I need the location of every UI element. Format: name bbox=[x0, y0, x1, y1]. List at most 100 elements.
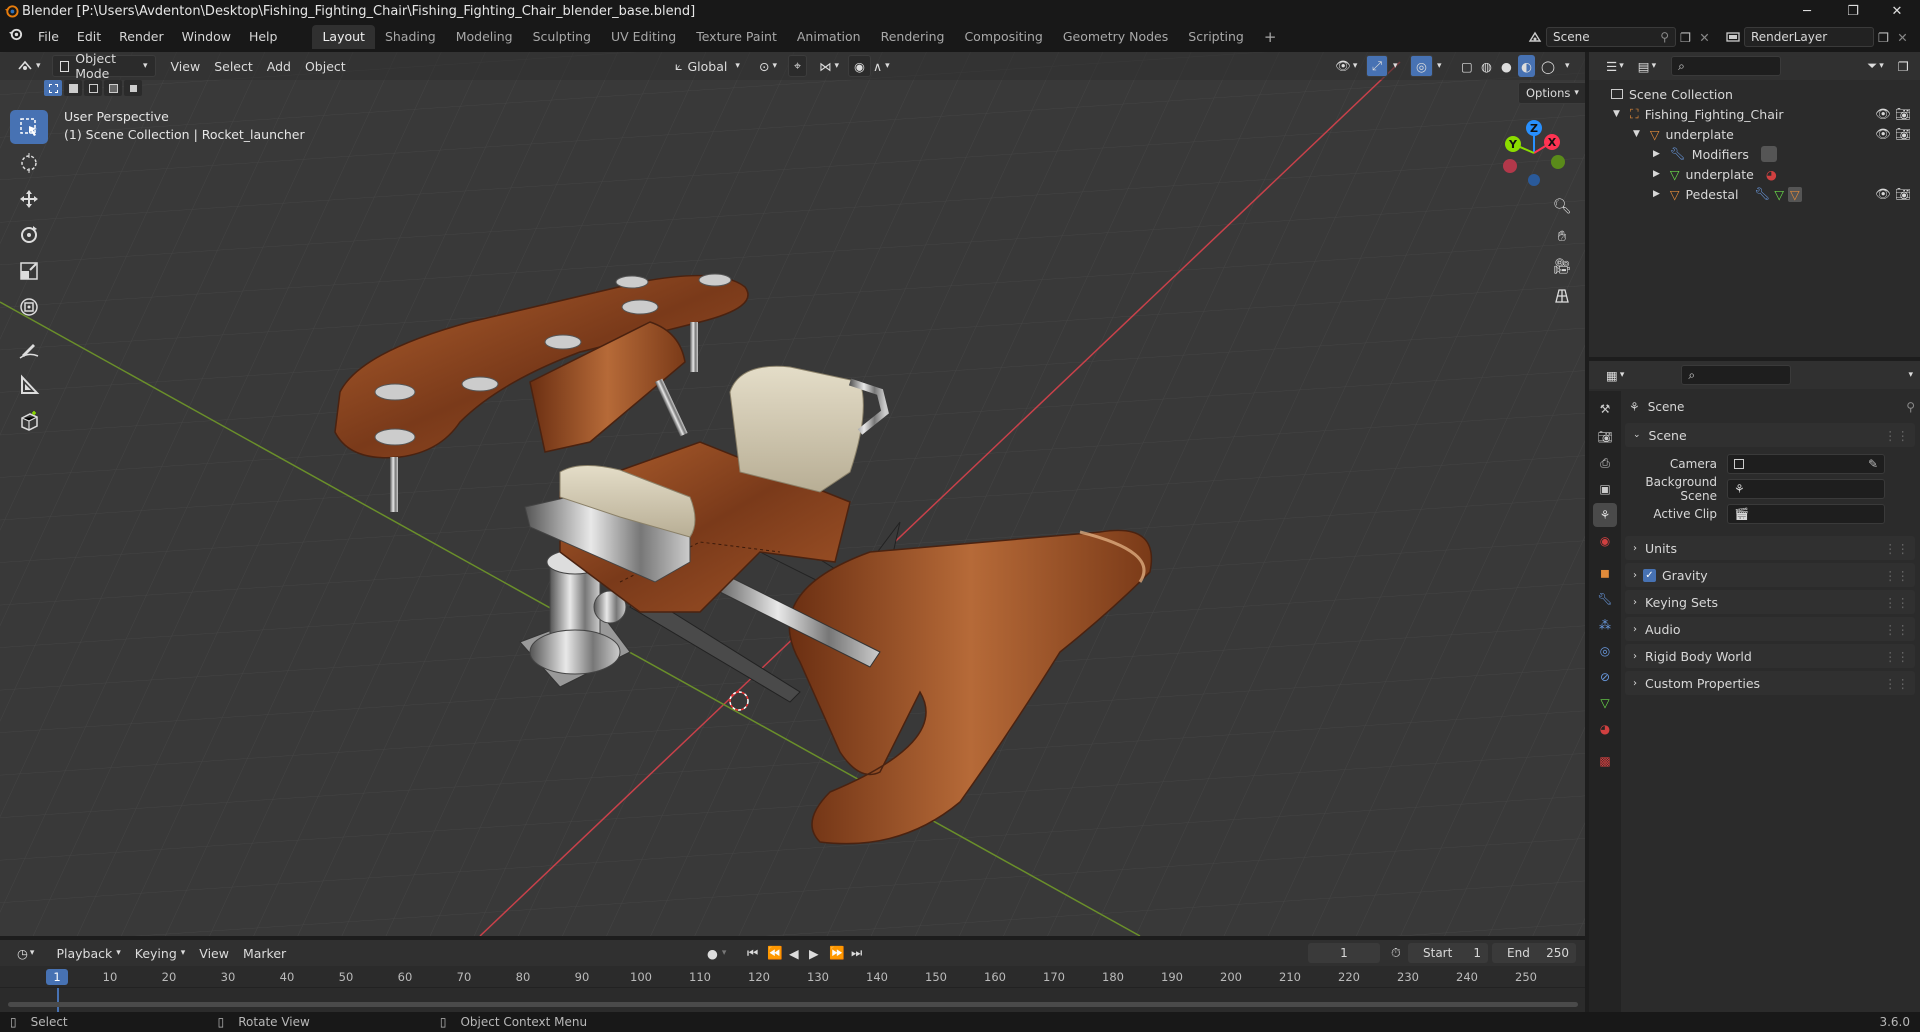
play-icon[interactable]: ▶ bbox=[806, 942, 822, 964]
menu-object[interactable]: Object bbox=[298, 55, 353, 77]
background-scene-field[interactable]: ⚘ bbox=[1727, 479, 1885, 499]
drag-handle-icon[interactable]: ⋮⋮ bbox=[1884, 428, 1909, 443]
physics-tab-icon[interactable]: ◎ bbox=[1593, 639, 1617, 663]
outliner-row-fishing-chair[interactable]: ▼ ⛶ Fishing_Fighting_Chair 👁︎ 📷︎ bbox=[1589, 104, 1920, 124]
tool-scale[interactable] bbox=[10, 254, 48, 288]
solid-shading-icon[interactable]: ● bbox=[1498, 55, 1515, 77]
pin-icon[interactable]: ⚲ bbox=[1906, 400, 1915, 414]
outliner-row-underplate-mesh[interactable]: ▶ ▽ underplate ◕ bbox=[1589, 164, 1920, 184]
expand-arrow-icon[interactable]: ▶ bbox=[1653, 169, 1660, 179]
drag-handle-icon[interactable]: ⋮⋮ bbox=[1884, 649, 1909, 664]
tool-annotate[interactable] bbox=[10, 332, 48, 366]
material-preview-icon[interactable]: ◐ bbox=[1518, 55, 1535, 77]
properties-options-icon[interactable]: ▾ bbox=[1901, 364, 1920, 386]
units-panel[interactable]: › Units ⋮⋮ bbox=[1625, 536, 1915, 560]
new-scene-icon[interactable]: ❐ bbox=[1676, 26, 1695, 48]
expand-arrow-icon[interactable]: ▶ bbox=[1653, 189, 1660, 199]
outliner-search-input[interactable]: ⌕ bbox=[1671, 56, 1782, 76]
render-layer-browse-icon[interactable] bbox=[1722, 26, 1744, 48]
delete-render-layer-icon[interactable]: ✕ bbox=[1893, 26, 1911, 48]
outliner-row-modifiers[interactable]: ▶ 🔧︎ Modifiers bbox=[1589, 144, 1920, 164]
tab-scripting[interactable]: Scripting bbox=[1178, 25, 1254, 49]
select-intersect-icon[interactable] bbox=[124, 80, 142, 96]
gravity-checkbox[interactable]: ✓ bbox=[1643, 568, 1656, 582]
delete-scene-icon[interactable]: ✕ bbox=[1695, 26, 1713, 48]
drag-handle-icon[interactable]: ⋮⋮ bbox=[1884, 595, 1909, 610]
display-mode-icon[interactable]: ▤ ▾ bbox=[1631, 55, 1663, 77]
menu-timeline-view[interactable]: View bbox=[192, 942, 236, 964]
scene-browse-icon[interactable] bbox=[1524, 26, 1546, 48]
drag-handle-icon[interactable]: ⋮⋮ bbox=[1884, 622, 1909, 637]
play-reverse-icon[interactable]: ◀ bbox=[786, 942, 802, 964]
eyedropper-icon[interactable]: ✎ bbox=[1868, 457, 1878, 471]
expand-arrow-icon[interactable]: ▶ bbox=[1653, 149, 1660, 159]
falloff-icon[interactable]: ∧ ▾ bbox=[866, 55, 897, 77]
menu-help[interactable]: Help bbox=[240, 25, 287, 49]
render-tab-icon[interactable]: 📷︎ bbox=[1593, 425, 1617, 449]
scene-name-field[interactable]: Scene ⚲ bbox=[1546, 27, 1676, 47]
camera-render-icon[interactable]: 📷︎ bbox=[1895, 126, 1911, 142]
timeline-editor-type-icon[interactable]: ◷ ▾ bbox=[10, 942, 41, 964]
camera-field[interactable]: ✎ bbox=[1727, 454, 1885, 474]
properties-editor-type-icon[interactable]: ▦ ▾ bbox=[1599, 364, 1631, 386]
render-layer-field[interactable]: RenderLayer bbox=[1744, 27, 1874, 47]
menu-render[interactable]: Render bbox=[110, 25, 173, 49]
blender-menu-icon[interactable] bbox=[0, 25, 29, 49]
expand-arrow-icon[interactable]: ▼ bbox=[1633, 129, 1640, 139]
overlay-dropdown-icon[interactable]: ▾ bbox=[1430, 55, 1449, 77]
pivot-point-icon[interactable]: ⊙ ▾ bbox=[752, 55, 784, 77]
outliner-row-pedestal[interactable]: ▶ ▽ Pedestal 🔧︎ ▽ ▽ 👁︎ 📷︎ bbox=[1589, 184, 1920, 204]
data-tab-icon[interactable]: ▽ bbox=[1593, 691, 1617, 715]
jump-keyframe-back-icon[interactable]: ⏪ bbox=[764, 942, 786, 964]
audio-panel[interactable]: › Audio ⋮⋮ bbox=[1625, 617, 1915, 641]
menu-file[interactable]: File bbox=[29, 25, 68, 49]
drag-handle-icon[interactable]: ⋮⋮ bbox=[1884, 568, 1909, 583]
view-layer-tab-icon[interactable]: ▣ bbox=[1593, 477, 1617, 501]
playhead-marker[interactable]: 1 bbox=[46, 969, 68, 985]
object-tab-icon[interactable]: ◼ bbox=[1593, 561, 1617, 585]
end-frame-field[interactable]: End 250 bbox=[1492, 943, 1576, 963]
timeline-scrollbar[interactable] bbox=[8, 1002, 1578, 1007]
menu-marker[interactable]: Marker bbox=[236, 942, 293, 964]
auto-keying-icon[interactable]: ● ▾ bbox=[700, 942, 733, 964]
close-button[interactable]: ✕ bbox=[1874, 0, 1920, 22]
add-workspace-button[interactable]: + bbox=[1254, 25, 1287, 49]
start-frame-field[interactable]: Start 1 bbox=[1408, 943, 1488, 963]
current-frame-field[interactable]: 1 bbox=[1308, 943, 1380, 963]
drag-handle-icon[interactable]: ⋮⋮ bbox=[1884, 541, 1909, 556]
tool-add-cube[interactable] bbox=[10, 404, 48, 438]
eye-icon[interactable]: 👁︎ bbox=[1875, 126, 1891, 142]
tab-compositing[interactable]: Compositing bbox=[954, 25, 1052, 49]
wireframe-shading-icon[interactable]: ◍ bbox=[1478, 55, 1495, 77]
tab-shading[interactable]: Shading bbox=[375, 25, 446, 49]
jump-keyframe-forward-icon[interactable]: ⏩ bbox=[826, 942, 848, 964]
rendered-shading-icon[interactable]: ◯ bbox=[1538, 55, 1558, 77]
keying-sets-panel[interactable]: › Keying Sets ⋮⋮ bbox=[1625, 590, 1915, 614]
xray-toggle-icon[interactable]: ▢ bbox=[1454, 55, 1480, 77]
new-collection-icon[interactable]: ❐ bbox=[1891, 55, 1916, 77]
scene-tab-icon[interactable]: ⚘ bbox=[1593, 503, 1617, 527]
tab-texture-paint[interactable]: Texture Paint bbox=[686, 25, 787, 49]
eye-icon[interactable]: 👁︎ bbox=[1875, 186, 1891, 202]
tab-layout[interactable]: Layout bbox=[312, 25, 375, 49]
drag-handle-icon[interactable]: ⋮⋮ bbox=[1884, 676, 1909, 691]
select-invert-icon[interactable] bbox=[104, 80, 122, 96]
expand-arrow-icon[interactable]: ▼ bbox=[1613, 109, 1620, 119]
tool-move[interactable] bbox=[10, 182, 48, 216]
menu-edit[interactable]: Edit bbox=[68, 25, 110, 49]
rigid-body-world-panel[interactable]: › Rigid Body World ⋮⋮ bbox=[1625, 644, 1915, 668]
menu-view[interactable]: View bbox=[164, 55, 208, 77]
camera-view-icon[interactable]: 🎥︎ bbox=[1548, 252, 1576, 280]
pin-icon[interactable]: ⚲ bbox=[1660, 30, 1669, 44]
camera-render-icon[interactable]: 📷︎ bbox=[1895, 186, 1911, 202]
shading-dropdown-icon[interactable]: ▾ bbox=[1558, 55, 1577, 77]
tool-cursor[interactable] bbox=[10, 146, 48, 180]
tab-sculpting[interactable]: Sculpting bbox=[523, 25, 601, 49]
menu-select[interactable]: Select bbox=[207, 55, 260, 77]
material-tab-icon[interactable]: ◕ bbox=[1593, 717, 1617, 741]
constraints-tab-icon[interactable]: ⊘ bbox=[1593, 665, 1617, 689]
maximize-button[interactable]: ❐ bbox=[1830, 0, 1876, 22]
stopwatch-icon[interactable]: ⏱ bbox=[1384, 942, 1408, 964]
modifier-tab-icon[interactable]: 🔧︎ bbox=[1593, 587, 1617, 611]
output-tab-icon[interactable]: ⎙ bbox=[1593, 451, 1617, 475]
